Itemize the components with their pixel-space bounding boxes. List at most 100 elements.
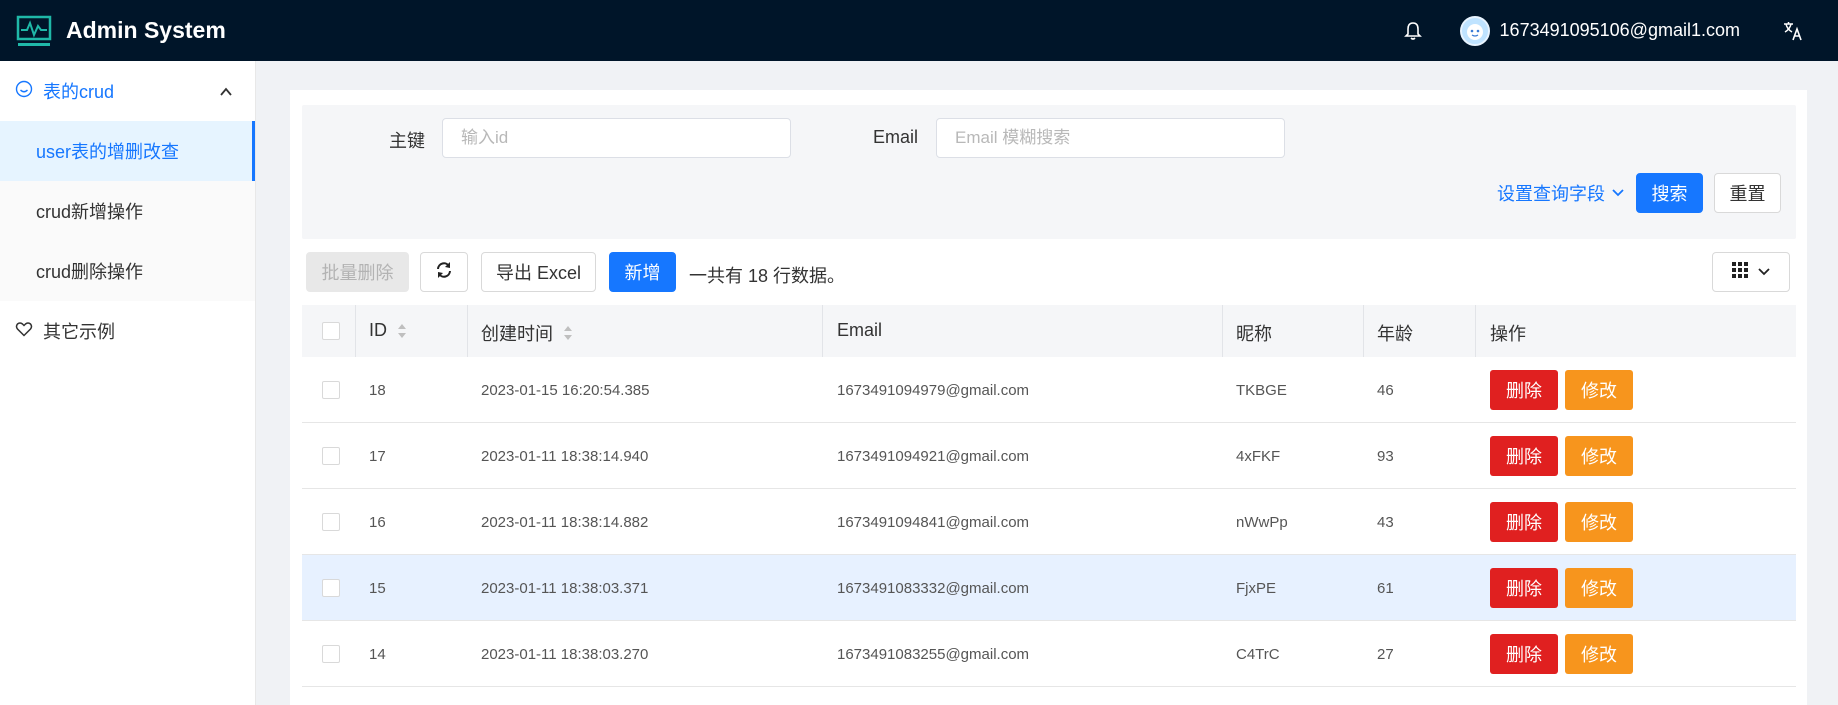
menu-group-label: 表的crud	[43, 82, 115, 102]
cell-nickname: 4xFKF	[1236, 447, 1281, 465]
set-query-fields-label: 设置查询字段	[1497, 184, 1605, 204]
cell-id: 18	[369, 381, 386, 399]
set-query-fields-link[interactable]: 设置查询字段	[1497, 180, 1625, 206]
cell-age: 93	[1377, 447, 1394, 465]
row-checkbox[interactable]	[322, 621, 340, 687]
cell-nickname: C4TrC	[1236, 645, 1280, 663]
column-header-email: Email	[837, 320, 883, 340]
email-label: Email	[873, 127, 919, 147]
email-search-input[interactable]	[936, 118, 1285, 158]
reset-button[interactable]: 重置	[1714, 173, 1781, 213]
search-panel: 主键 Email 设置查询字段 搜索 重置	[302, 105, 1796, 239]
search-button[interactable]: 搜索	[1636, 173, 1703, 213]
edit-button[interactable]: 修改	[1565, 568, 1633, 608]
cell-age: 27	[1377, 645, 1394, 663]
refresh-icon	[435, 261, 453, 284]
sidebar-item-crud-add[interactable]: crud新增操作	[0, 181, 255, 241]
cell-created: 2023-01-11 18:38:03.270	[481, 645, 649, 663]
table-row[interactable]: 14 2023-01-11 18:38:03.270 1673491083255…	[302, 621, 1796, 687]
row-checkbox[interactable]	[322, 489, 340, 555]
table-row[interactable]: 15 2023-01-11 18:38:03.371 1673491083332…	[302, 555, 1796, 621]
cell-actions: 删除 修改	[1490, 621, 1633, 687]
row-checkbox[interactable]	[322, 555, 340, 621]
cell-id: 17	[369, 447, 386, 465]
select-all-checkbox[interactable]	[322, 322, 340, 340]
cell-nickname: FjxPE	[1236, 579, 1277, 597]
delete-button[interactable]: 删除	[1490, 634, 1558, 674]
cell-id: 15	[369, 579, 386, 597]
submenu: user表的增删改查 crud新增操作 crud删除操作	[0, 121, 255, 301]
row-checkbox[interactable]	[322, 357, 340, 423]
cell-actions: 删除 修改	[1490, 423, 1633, 489]
bell-icon[interactable]	[1402, 20, 1424, 42]
cell-email: 1673491083255@gmail.com	[837, 645, 1030, 663]
menu-group-crud[interactable]: 表的crud	[0, 61, 255, 121]
sidebar: 表的crud user表的增删改查 crud新增操作 crud删除操作 其它示例	[0, 61, 256, 705]
cell-created: 2023-01-11 18:38:14.940	[481, 447, 649, 465]
column-header-age: 年龄	[1377, 324, 1413, 344]
column-header-nickname: 昵称	[1236, 324, 1272, 344]
menu-item-label: 其它示例	[43, 322, 115, 342]
edit-button[interactable]: 修改	[1565, 436, 1633, 476]
column-header-created[interactable]: 创建时间	[481, 320, 573, 346]
cell-email: 1673491094841@gmail.com	[837, 513, 1030, 531]
cell-age: 61	[1377, 579, 1394, 597]
delete-button[interactable]: 删除	[1490, 502, 1558, 542]
column-settings-button[interactable]	[1712, 252, 1790, 292]
delete-button[interactable]: 删除	[1490, 568, 1558, 608]
column-header-label: ID	[369, 320, 387, 340]
column-header-label: 创建时间	[481, 324, 553, 344]
id-input[interactable]	[442, 118, 791, 158]
sidebar-item-user-crud[interactable]: user表的增删改查	[0, 121, 255, 181]
cell-email: 1673491094921@gmail.com	[837, 447, 1030, 465]
edit-button[interactable]: 修改	[1565, 502, 1633, 542]
sidebar-item-crud-delete[interactable]: crud删除操作	[0, 241, 255, 301]
sort-icon[interactable]	[397, 323, 407, 339]
cell-actions: 删除 修改	[1490, 489, 1633, 555]
cell-created: 2023-01-11 18:38:03.371	[481, 579, 649, 597]
edit-button[interactable]: 修改	[1565, 370, 1633, 410]
refresh-button[interactable]	[420, 252, 468, 292]
table-row[interactable]: 18 2023-01-15 16:20:54.385 1673491094979…	[302, 357, 1796, 423]
table-row[interactable]: 16 2023-01-11 18:38:14.882 1673491094841…	[302, 489, 1796, 555]
sidebar-item-label: crud新增操作	[36, 202, 144, 222]
cell-actions: 删除 修改	[1490, 357, 1633, 423]
avatar[interactable]	[1459, 15, 1490, 46]
table-row[interactable]: 17 2023-01-11 18:38:14.940 1673491094921…	[302, 423, 1796, 489]
sidebar-item-label: crud删除操作	[36, 262, 144, 282]
user-email[interactable]: 1673491095106@gmail1.com	[1500, 20, 1740, 41]
monitor-logo-icon	[15, 12, 52, 49]
add-button[interactable]: 新增	[609, 252, 676, 292]
cell-nickname: TKBGE	[1236, 381, 1287, 399]
cell-age: 43	[1377, 513, 1394, 531]
chevron-down-icon	[1611, 183, 1625, 204]
id-label: 主键	[389, 131, 425, 151]
cell-actions: 删除 修改	[1490, 555, 1633, 621]
delete-button[interactable]: 删除	[1490, 436, 1558, 476]
column-header-id[interactable]: ID	[369, 320, 407, 341]
cell-created: 2023-01-11 18:38:14.882	[481, 513, 649, 531]
export-excel-button[interactable]: 导出 Excel	[481, 252, 596, 292]
cell-email: 1673491094979@gmail.com	[837, 381, 1030, 399]
row-checkbox[interactable]	[322, 423, 340, 489]
translate-icon[interactable]	[1780, 18, 1806, 44]
cell-id: 16	[369, 513, 386, 531]
sidebar-item-label: user表的增删改查	[36, 142, 180, 162]
sort-icon[interactable]	[563, 325, 573, 341]
top-bar: Admin System 1673491095106@gmail1.com	[0, 0, 1838, 61]
app-title: Admin System	[66, 17, 226, 43]
cell-created: 2023-01-15 16:20:54.385	[481, 381, 650, 399]
row-count-text: 一共有 18 行数据。	[689, 266, 846, 286]
chevron-down-icon	[1757, 262, 1771, 283]
edit-button[interactable]: 修改	[1565, 634, 1633, 674]
smile-icon	[15, 80, 33, 103]
cell-id: 14	[369, 645, 386, 663]
column-header-actions: 操作	[1490, 324, 1526, 344]
heart-icon	[15, 320, 33, 343]
data-table: ID 创建时间 Email 昵称 年龄 操作 18 2023-01-15 16:…	[302, 305, 1796, 687]
cell-age: 46	[1377, 381, 1394, 399]
chevron-up-icon	[219, 83, 233, 104]
batch-delete-button[interactable]: 批量删除	[306, 252, 409, 292]
delete-button[interactable]: 删除	[1490, 370, 1558, 410]
menu-item-other-examples[interactable]: 其它示例	[0, 301, 255, 361]
